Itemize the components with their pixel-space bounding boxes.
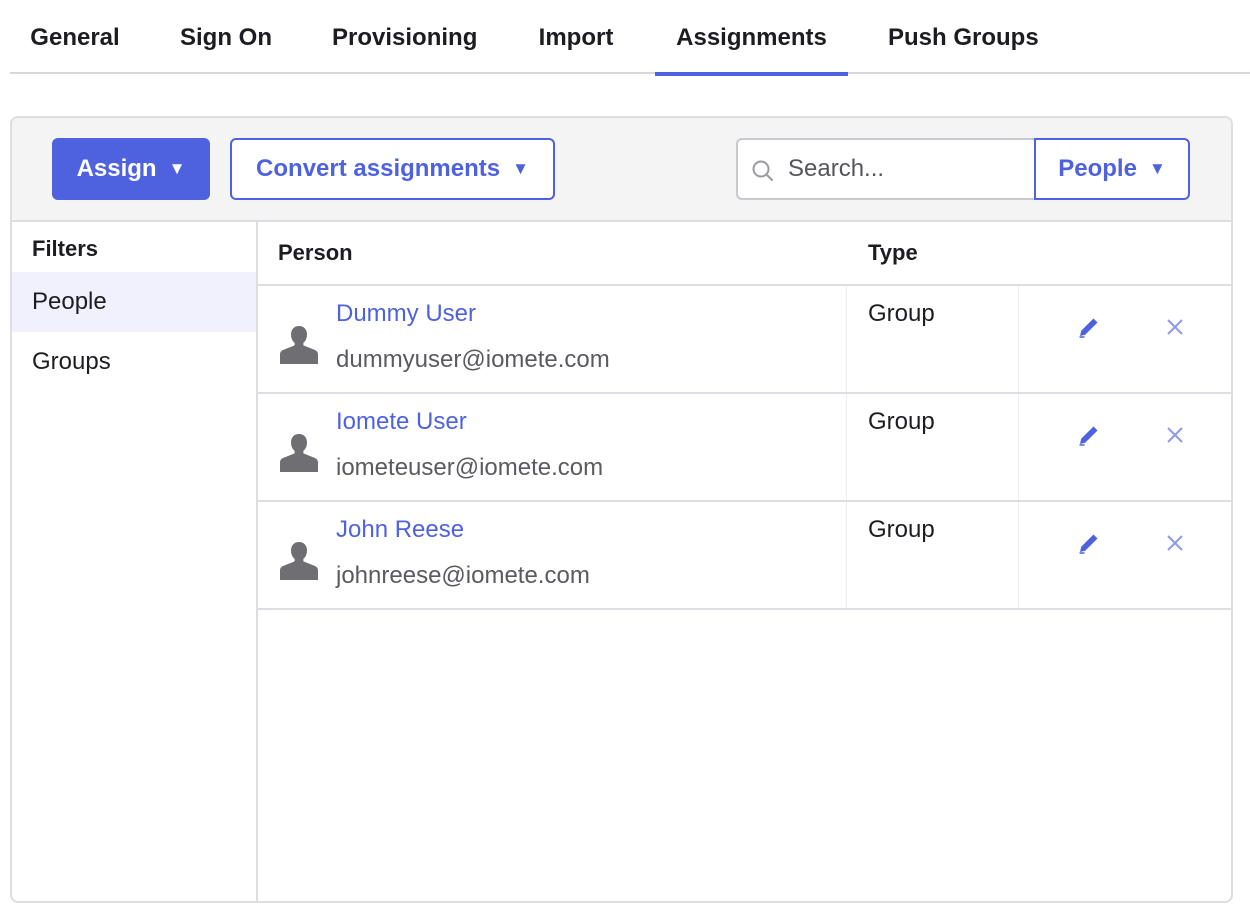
search-input[interactable] [788, 140, 1028, 198]
person-icon [280, 434, 318, 472]
close-icon[interactable] [1164, 532, 1186, 554]
tab-push-groups[interactable]: Push Groups [888, 0, 1039, 74]
table-row: Iomete User iometeuser@iomete.com Group [258, 394, 1231, 502]
convert-assignments-label: Convert assignments [256, 155, 501, 182]
caret-down-icon: ▼ [1148, 159, 1166, 178]
toolbar: Assign ▼ Convert assignments ▼ People ▼ [12, 118, 1231, 222]
people-scope-dropdown[interactable]: People ▼ [1034, 138, 1190, 200]
pencil-icon[interactable] [1076, 422, 1102, 448]
person-icon [280, 326, 318, 364]
column-header-person: Person [278, 240, 353, 265]
close-icon[interactable] [1164, 316, 1186, 338]
search-box [736, 138, 1036, 200]
assign-button[interactable]: Assign ▼ [52, 138, 210, 200]
pencil-icon[interactable] [1076, 530, 1102, 556]
caret-down-icon: ▼ [512, 159, 529, 178]
caret-down-icon: ▼ [168, 159, 186, 178]
user-email: dummyuser@iomete.com [336, 346, 610, 373]
assign-button-label: Assign [76, 155, 157, 182]
person-icon [280, 542, 318, 580]
search-icon [752, 160, 773, 181]
filters-heading: Filters [32, 236, 99, 261]
user-email: iometeuser@iomete.com [336, 454, 604, 481]
tab-general[interactable]: General [30, 0, 120, 74]
user-name-link[interactable]: Iomete User [336, 408, 467, 436]
table-row: Dummy User dummyuser@iomete.com Group [258, 286, 1231, 394]
tab-import[interactable]: Import [536, 0, 616, 74]
user-name-link[interactable]: Dummy User [336, 300, 476, 328]
filters-sidebar: Filters People Groups [12, 222, 258, 901]
user-email: johnreese@iomete.com [336, 562, 590, 589]
tab-provisioning[interactable]: Provisioning [332, 0, 477, 74]
people-scope-label: People [1058, 155, 1137, 182]
assignment-type: Group [868, 300, 935, 327]
pencil-icon[interactable] [1076, 314, 1102, 340]
column-header-type: Type [868, 240, 918, 265]
filter-groups[interactable]: Groups [12, 332, 256, 392]
close-icon[interactable] [1164, 424, 1186, 446]
tab-assignments[interactable]: Assignments [655, 0, 848, 76]
filter-people[interactable]: People [12, 272, 256, 332]
convert-assignments-button[interactable]: Convert assignments ▼ [230, 138, 555, 200]
table-row: John Reese johnreese@iomete.com Group [258, 502, 1231, 610]
assignment-type: Group [868, 408, 935, 435]
assignment-type: Group [868, 516, 935, 543]
tab-sign-on[interactable]: Sign On [176, 0, 276, 74]
tab-bar: General Sign On Provisioning Import Assi… [10, 0, 1250, 76]
assignments-table: Person Type Dummy User dummyuser@iomete.… [258, 222, 1231, 901]
user-name-link[interactable]: John Reese [336, 516, 464, 544]
assignments-panel: Assign ▼ Convert assignments ▼ People ▼ … [10, 116, 1233, 903]
